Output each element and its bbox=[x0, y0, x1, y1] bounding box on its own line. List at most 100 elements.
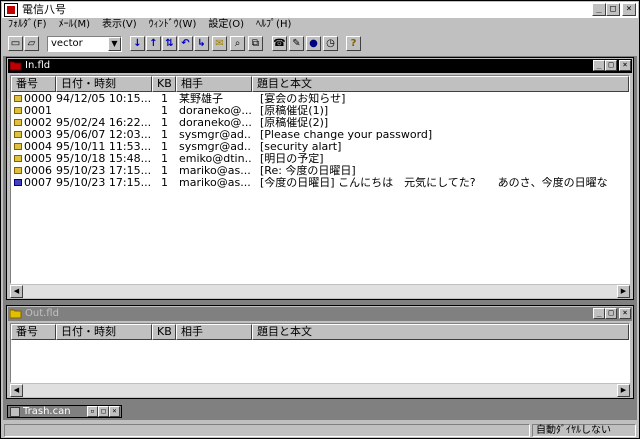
inbox-list[interactable]: 番号 日付・時刻 KB 相手 題目と本文 0000 94/12/05 10:15… bbox=[10, 75, 630, 284]
table-row[interactable]: 0006 95/10/23 17:15... 1 mariko@as... [R… bbox=[11, 165, 629, 177]
row-date: 95/10/11 11:53... bbox=[56, 141, 152, 153]
clock-button[interactable]: ◷ bbox=[323, 36, 338, 51]
outbox-hscrollbar[interactable]: ◀ ▶ bbox=[10, 384, 630, 397]
column-date[interactable]: 日付・時刻 bbox=[56, 76, 152, 92]
swap-button[interactable]: ⇅ bbox=[162, 36, 177, 51]
title-bar[interactable]: 電信八号 _ □ × bbox=[2, 2, 638, 18]
row-date: 95/02/24 16:22... bbox=[56, 117, 152, 129]
row-kb: 1 bbox=[161, 93, 168, 105]
table-row[interactable]: 0005 95/10/18 15:48... 1 emiko@dtin... [… bbox=[11, 153, 629, 165]
outbox-maximize-button[interactable]: □ bbox=[605, 308, 617, 319]
row-number: 0005 bbox=[24, 153, 52, 165]
mail-read-icon bbox=[14, 155, 22, 162]
inbox-maximize-button[interactable]: □ bbox=[605, 60, 617, 71]
minimize-button[interactable]: _ bbox=[592, 3, 606, 16]
maximize-button[interactable]: □ bbox=[606, 3, 620, 16]
menu-view[interactable]: 表示(V) bbox=[96, 18, 143, 33]
menu-settings[interactable]: 設定(O) bbox=[202, 18, 250, 33]
reply-button[interactable]: ↶ bbox=[178, 36, 193, 51]
scroll-track[interactable] bbox=[23, 384, 617, 397]
outbox-caption[interactable]: Out.fld _ □ × bbox=[8, 307, 632, 321]
menu-folder[interactable]: ﾌｫﾙﾀﾞ(F) bbox=[2, 18, 53, 33]
window-list-button[interactable]: ⧉ bbox=[248, 36, 263, 51]
inbox-minimize-button[interactable]: _ bbox=[593, 60, 605, 71]
table-row[interactable]: 0003 95/06/07 12:03... 1 sysmgr@ad... [P… bbox=[11, 129, 629, 141]
chevron-down-icon[interactable]: ▼ bbox=[108, 37, 121, 51]
row-subject: [明日の予定] bbox=[260, 153, 324, 165]
scroll-right-button[interactable]: ▶ bbox=[617, 384, 630, 397]
column-subject[interactable]: 題目と本文 bbox=[252, 324, 629, 340]
row-number: 0002 bbox=[24, 117, 52, 129]
forward-icon: ↳ bbox=[197, 37, 206, 49]
column-number[interactable]: 番号 bbox=[11, 76, 56, 92]
table-row[interactable]: 0000 94/12/05 10:15... 1 某野雄子 [宴会のお知らせ] bbox=[11, 93, 629, 105]
trash-title: Trash.can bbox=[23, 406, 71, 417]
table-row[interactable]: 0007 95/10/23 17:15... 1 mariko@as... [今… bbox=[11, 177, 629, 189]
mail-read-icon bbox=[14, 107, 22, 114]
folder-combo[interactable]: vector ▼ bbox=[47, 36, 122, 52]
search-button[interactable]: ⌕ bbox=[230, 36, 245, 51]
trash-close-button[interactable]: × bbox=[109, 406, 120, 417]
tools-button[interactable]: ✎ bbox=[289, 36, 304, 51]
scroll-left-button[interactable]: ◀ bbox=[10, 285, 23, 298]
inbox-caption[interactable]: In.fld _ □ × bbox=[8, 59, 632, 73]
inbox-close-button[interactable]: × bbox=[619, 60, 631, 71]
outbox-window: Out.fld _ □ × 番号 日付・時刻 KB 相手 題目と本文 ◀ ▶ bbox=[6, 305, 634, 399]
outbox-close-button[interactable]: × bbox=[619, 308, 631, 319]
table-row[interactable]: 0002 95/02/24 16:22... 1 doraneko@... [原… bbox=[11, 117, 629, 129]
column-from[interactable]: 相手 bbox=[176, 324, 252, 340]
table-row[interactable]: 0004 95/10/11 11:53... 1 sysmgr@ad... [s… bbox=[11, 141, 629, 153]
column-kb[interactable]: KB bbox=[152, 324, 176, 340]
scroll-track[interactable] bbox=[23, 285, 617, 298]
menu-window[interactable]: ｳｨﾝﾄﾞｳ(W) bbox=[143, 18, 203, 33]
row-from: 某野雄子 bbox=[179, 93, 223, 105]
dial-button[interactable]: ☎ bbox=[272, 36, 287, 51]
close-button[interactable]: × bbox=[622, 3, 636, 16]
forward-button[interactable]: ↳ bbox=[194, 36, 209, 51]
move-down-button[interactable]: ↓ bbox=[130, 36, 145, 51]
row-subject: [Please change your password] bbox=[260, 129, 433, 141]
column-date[interactable]: 日付・時刻 bbox=[56, 324, 152, 340]
row-from: mariko@as... bbox=[179, 165, 251, 177]
outbox-list[interactable]: 番号 日付・時刻 KB 相手 題目と本文 bbox=[10, 323, 630, 383]
column-kb[interactable]: KB bbox=[152, 76, 176, 92]
help-button[interactable]: ? bbox=[346, 36, 361, 51]
row-date: 94/12/05 10:15... bbox=[56, 93, 152, 105]
column-number[interactable]: 番号 bbox=[11, 324, 56, 340]
info-button[interactable]: ● bbox=[306, 36, 321, 51]
table-row[interactable]: 0001 1 doraneko@... [原稿催促(1)] bbox=[11, 105, 629, 117]
status-bar: 自動ﾀﾞｲﾔﾙしない bbox=[2, 422, 638, 438]
phone-icon: ☎ bbox=[273, 37, 286, 49]
inbox-header: 番号 日付・時刻 KB 相手 題目と本文 bbox=[11, 76, 629, 92]
column-from[interactable]: 相手 bbox=[176, 76, 252, 92]
move-up-button[interactable]: ↑ bbox=[146, 36, 161, 51]
new-file-button[interactable]: ▭ bbox=[8, 36, 23, 51]
app-icon[interactable] bbox=[4, 3, 18, 17]
trash-minimized-window[interactable]: Trash.can ▫ □ × bbox=[7, 405, 122, 418]
trash-controls: ▫ □ × bbox=[87, 406, 120, 417]
column-subject[interactable]: 題目と本文 bbox=[252, 76, 629, 92]
scroll-right-button[interactable]: ▶ bbox=[617, 285, 630, 298]
menu-mail[interactable]: ﾒｰﾙ(M) bbox=[53, 18, 96, 33]
row-date: 95/10/23 17:15... bbox=[56, 177, 152, 189]
row-date: 95/06/07 12:03... bbox=[56, 129, 152, 141]
mail-read-icon bbox=[14, 131, 22, 138]
info-icon: ● bbox=[309, 37, 318, 49]
mail-read-icon bbox=[14, 143, 22, 150]
inbox-hscrollbar[interactable]: ◀ ▶ bbox=[10, 285, 630, 298]
folder-combo-value: vector bbox=[51, 38, 83, 49]
outbox-minimize-button[interactable]: _ bbox=[593, 308, 605, 319]
window-title: 電信八号 bbox=[22, 3, 66, 16]
open-folder-button[interactable]: ▱ bbox=[24, 36, 39, 51]
new-mail-button[interactable]: ✉ bbox=[212, 36, 227, 51]
trash-restore-button[interactable]: ▫ bbox=[87, 406, 98, 417]
app-window: 電信八号 _ □ × ﾌｫﾙﾀﾞ(F) ﾒｰﾙ(M) 表示(V) ｳｨﾝﾄﾞｳ(… bbox=[0, 0, 640, 439]
trash-maximize-button[interactable]: □ bbox=[98, 406, 109, 417]
menu-help[interactable]: ﾍﾙﾌﾟ(H) bbox=[250, 18, 297, 33]
mail-read-icon bbox=[14, 95, 22, 102]
row-number: 0001 bbox=[24, 105, 52, 117]
scroll-left-button[interactable]: ◀ bbox=[10, 384, 23, 397]
mail-read-icon bbox=[14, 167, 22, 174]
mdi-area: In.fld _ □ × 番号 日付・時刻 KB 相手 題目と本文 0000 9… bbox=[3, 56, 637, 420]
inbox-controls: _ □ × bbox=[593, 60, 631, 71]
